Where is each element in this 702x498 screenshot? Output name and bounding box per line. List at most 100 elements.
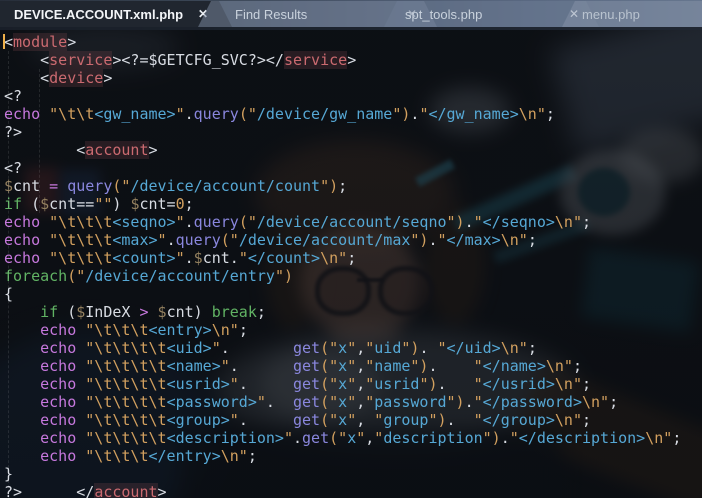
code-line[interactable]: echo "\t\t\t<max>".query("/device/accoun… bbox=[4, 231, 702, 249]
code-token: "\t\t\t\t bbox=[85, 393, 166, 411]
code-token: (" bbox=[67, 267, 85, 285]
code-token: (" bbox=[320, 411, 338, 429]
code-token: " bbox=[239, 249, 248, 267]
code-token: group bbox=[383, 411, 428, 429]
code-line[interactable]: echo "\t\t\t\t<name>". get("x","name"). … bbox=[4, 357, 702, 375]
code-token: ; bbox=[573, 357, 582, 375]
code-token: /device/account/count bbox=[130, 177, 320, 195]
code-token bbox=[4, 321, 40, 339]
code-token: (" bbox=[320, 357, 338, 375]
code-token: . bbox=[465, 213, 474, 231]
code-line[interactable]: echo "\t\t\t\t<usrid>". get("x","usrid")… bbox=[4, 375, 702, 393]
code-token: , bbox=[365, 429, 374, 447]
code-line[interactable]: foreach("/device/account/entry") bbox=[4, 267, 702, 285]
code-token: account bbox=[94, 483, 157, 498]
code-line[interactable]: echo "\t\t\t\t<description>".get("x","de… bbox=[4, 429, 702, 447]
code-line[interactable]: echo "\t\t<gw_name>".query("/device/gw_n… bbox=[4, 105, 702, 123]
indent-guide bbox=[8, 51, 9, 498]
code-line[interactable]: <? bbox=[4, 159, 702, 177]
code-token: /device/gw_name bbox=[257, 105, 392, 123]
code-token: ; bbox=[582, 375, 591, 393]
code-line[interactable]: <service><?=$GETCFG_SVC?></service> bbox=[4, 51, 702, 69]
code-token: \n" bbox=[546, 357, 573, 375]
code-line[interactable]: echo "\t\t\t<entry>\n"; bbox=[4, 321, 702, 339]
code-token: module bbox=[13, 33, 67, 51]
indent-guide bbox=[39, 69, 40, 213]
code-line[interactable]: ?> bbox=[4, 123, 702, 141]
code-token: > bbox=[158, 483, 167, 498]
code-token bbox=[76, 357, 85, 375]
code-line[interactable]: echo "\t\t\t<count>".$cnt."</count>\n"; bbox=[4, 249, 702, 267]
code-line[interactable]: if ($InDeX > $cnt) break; bbox=[4, 303, 702, 321]
code-line[interactable]: if ($cnt=="") $cnt=0; bbox=[4, 195, 702, 213]
code-token: . bbox=[185, 249, 194, 267]
code-line[interactable]: } bbox=[4, 465, 702, 483]
code-token: ") bbox=[410, 357, 428, 375]
code-token: get bbox=[293, 411, 320, 429]
code-line[interactable]: echo "\t\t\t\t<group>". get("x", "group"… bbox=[4, 411, 702, 429]
code-token: query bbox=[67, 177, 112, 195]
code-token: ; bbox=[528, 231, 537, 249]
code-token: break bbox=[212, 303, 257, 321]
code-token: > bbox=[103, 69, 112, 87]
code-token: (" bbox=[112, 177, 130, 195]
code-token: (" bbox=[320, 393, 338, 411]
tab-label: spt_tools.php bbox=[405, 7, 482, 22]
code-token: <group> bbox=[167, 411, 230, 429]
code-token: "\t\t\t bbox=[85, 447, 148, 465]
code-token: ><?=$GETCFG_SVC?></ bbox=[112, 51, 284, 69]
tab-device-account[interactable]: DEVICE.ACCOUNT.xml.php ✕ bbox=[0, 1, 232, 27]
code-token bbox=[40, 249, 49, 267]
code-token: <? bbox=[4, 159, 22, 177]
code-line[interactable]: ?> </account> bbox=[4, 483, 702, 498]
code-token: ") bbox=[320, 177, 338, 195]
code-token: " bbox=[257, 393, 266, 411]
tab-menu[interactable]: menu.php bbox=[562, 1, 702, 27]
code-token: . bbox=[239, 411, 293, 429]
code-token: . bbox=[230, 357, 293, 375]
code-token: (" bbox=[239, 105, 257, 123]
code-token: echo bbox=[4, 213, 40, 231]
code-line[interactable]: <device> bbox=[4, 69, 702, 87]
code-line[interactable]: $cnt = query("/device/account/count"); bbox=[4, 177, 702, 195]
tab-label: DEVICE.ACCOUNT.xml.php bbox=[14, 7, 183, 22]
code-token: <max> bbox=[112, 231, 157, 249]
code-line[interactable]: { bbox=[4, 285, 702, 303]
code-token: " bbox=[176, 213, 185, 231]
code-token: echo bbox=[40, 357, 76, 375]
tab-bar: DEVICE.ACCOUNT.xml.php ✕ Find Results ✕ … bbox=[0, 0, 702, 30]
code-token: $ bbox=[194, 249, 203, 267]
code-token: ") bbox=[483, 429, 501, 447]
code-token: ") bbox=[419, 375, 437, 393]
code-line[interactable]: <account> bbox=[4, 141, 702, 159]
code-token: </max> bbox=[447, 231, 501, 249]
code-token: = bbox=[49, 177, 58, 195]
code-token: echo bbox=[40, 411, 76, 429]
code-token: ; bbox=[582, 411, 591, 429]
code-token bbox=[76, 339, 85, 357]
code-token: </name> bbox=[483, 357, 546, 375]
code-editor[interactable]: <module> <service><?=$GETCFG_SVC?></serv… bbox=[0, 30, 702, 498]
code-token: " bbox=[510, 429, 519, 447]
code-token: foreach bbox=[4, 267, 67, 285]
code-token: x bbox=[338, 411, 347, 429]
code-line[interactable]: echo "\t\t\t<seqno>".query("/device/acco… bbox=[4, 213, 702, 231]
code-token: <password> bbox=[167, 393, 257, 411]
code-token: " bbox=[347, 375, 356, 393]
code-line[interactable]: <module> bbox=[4, 33, 702, 51]
code-token: $ bbox=[76, 303, 85, 321]
code-token: uid bbox=[374, 339, 401, 357]
code-line[interactable]: <? bbox=[4, 87, 702, 105]
code-line[interactable]: echo "\t\t\t\t<uid>". get("x","uid"). "<… bbox=[4, 339, 702, 357]
code-token: ; bbox=[528, 339, 537, 357]
code-token: ; bbox=[582, 213, 591, 231]
code-line[interactable]: echo "\t\t\t</entry>\n"; bbox=[4, 447, 702, 465]
code-token: get bbox=[293, 357, 320, 375]
code-token: <? bbox=[4, 87, 22, 105]
code-token: < bbox=[4, 51, 49, 69]
code-line[interactable]: echo "\t\t\t\t<password>". get("x","pass… bbox=[4, 393, 702, 411]
code-token: " bbox=[284, 429, 293, 447]
code-token bbox=[76, 447, 85, 465]
code-token bbox=[76, 321, 85, 339]
code-token: usrid bbox=[374, 375, 419, 393]
